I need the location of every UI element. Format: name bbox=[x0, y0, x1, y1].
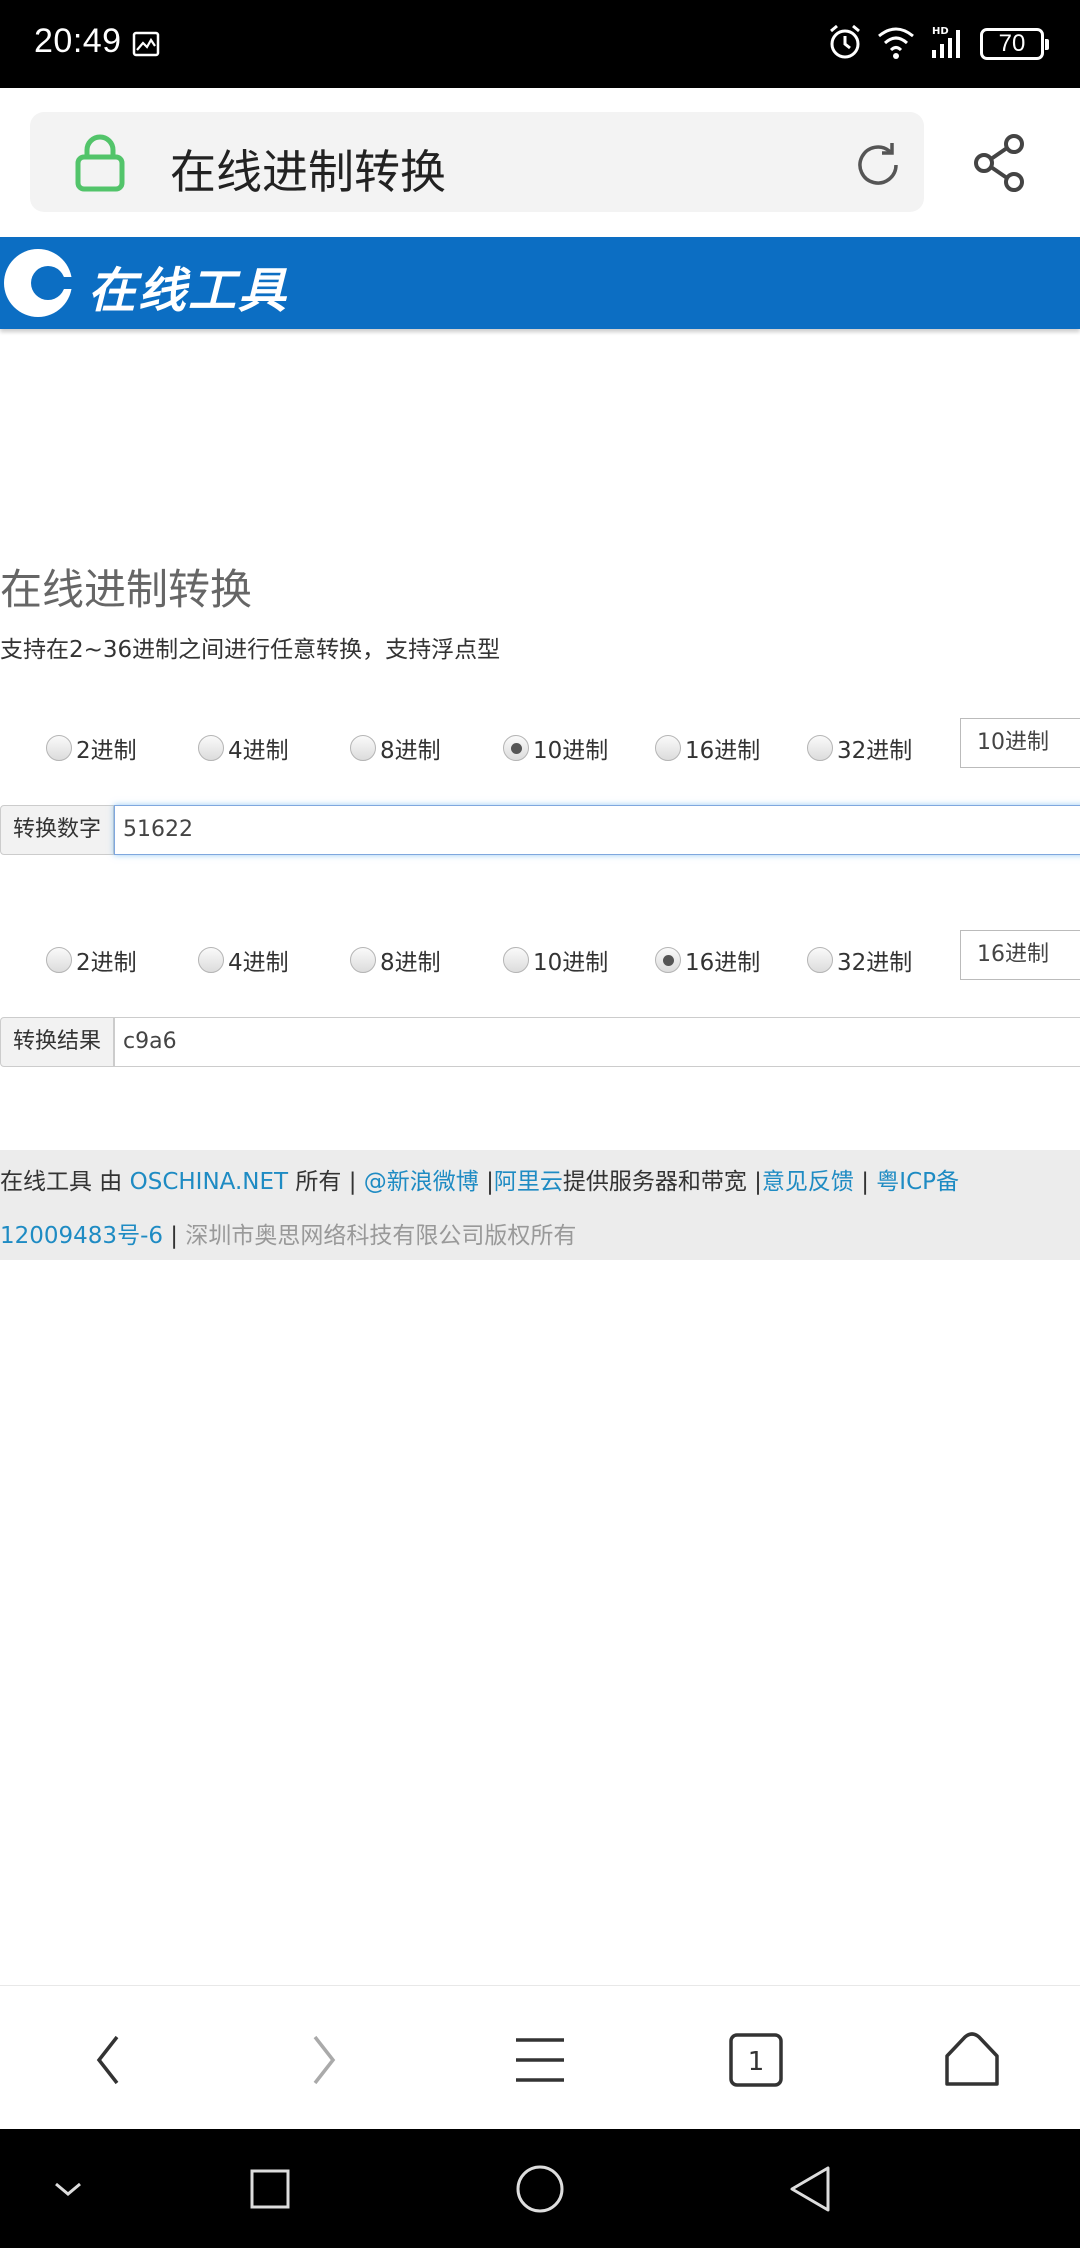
wifi-icon bbox=[876, 24, 916, 64]
input-number-label: 转换数字 bbox=[0, 805, 114, 855]
tabs-icon[interactable]: 1 bbox=[726, 2030, 786, 2090]
footer-copyright: 深圳市奥思网络科技有限公司版权所有 bbox=[185, 1223, 577, 1249]
radio-button[interactable] bbox=[807, 735, 833, 761]
home-circle-icon[interactable] bbox=[512, 2161, 568, 2217]
input-base-select[interactable]: 10进制 bbox=[960, 718, 1080, 768]
radio-button[interactable] bbox=[503, 735, 529, 761]
footer-text: | bbox=[853, 1169, 877, 1195]
radio-input-base-16[interactable]: 16进制 bbox=[655, 728, 760, 768]
output-base-radio-group: 2进制 4进制 8进制 10进制 16进制 32进制 16进制 bbox=[0, 930, 1080, 986]
reload-icon[interactable] bbox=[850, 137, 906, 197]
url-field[interactable]: 在线进制转换 bbox=[30, 112, 924, 212]
output-result-row: 转换结果 c9a6 bbox=[0, 1017, 1080, 1067]
radio-label: 10进制 bbox=[533, 950, 609, 976]
status-icons: HD 70 bbox=[826, 22, 1049, 66]
page-description: 支持在2~36进制之间进行任意转换，支持浮点型 bbox=[0, 637, 501, 663]
radio-label: 8进制 bbox=[380, 950, 441, 976]
menu-icon[interactable] bbox=[510, 2030, 570, 2090]
site-footer: 在线工具 由 OSCHINA.NET 所有 | @新浪微博 |阿里云提供服务器和… bbox=[0, 1150, 1080, 1260]
radio-button[interactable] bbox=[807, 947, 833, 973]
status-time: 20:49 bbox=[34, 22, 122, 60]
status-bar: 20:49 HD 70 bbox=[0, 0, 1080, 88]
radio-output-base-10[interactable]: 10进制 bbox=[503, 940, 608, 980]
share-icon[interactable] bbox=[970, 132, 1030, 198]
radio-label: 32进制 bbox=[837, 950, 913, 976]
site-logo-text[interactable]: 在线工具 bbox=[88, 251, 288, 321]
radio-output-base-32[interactable]: 32进制 bbox=[807, 940, 912, 980]
svg-text:HD: HD bbox=[932, 26, 949, 37]
radio-button[interactable] bbox=[655, 735, 681, 761]
alarm-icon bbox=[826, 23, 864, 65]
recents-icon[interactable] bbox=[242, 2161, 298, 2217]
footer-text: 所有 | bbox=[288, 1169, 364, 1195]
output-result-label: 转换结果 bbox=[0, 1017, 114, 1067]
site-header: 在线工具 bbox=[0, 237, 1080, 329]
gallery-icon bbox=[132, 30, 160, 62]
footer-line: 12009483号-6 | 深圳市奥思网络科技有限公司版权所有 bbox=[0, 1216, 576, 1250]
footer-link-weibo[interactable]: @新浪微博 bbox=[364, 1169, 479, 1195]
output-base-select[interactable]: 16进制 bbox=[960, 930, 1080, 980]
radio-input-base-10[interactable]: 10进制 bbox=[503, 728, 608, 768]
battery-icon: 70 bbox=[980, 28, 1049, 60]
lock-icon bbox=[72, 134, 128, 196]
radio-label: 2进制 bbox=[76, 950, 137, 976]
footer-line: 在线工具 由 OSCHINA.NET 所有 | @新浪微博 |阿里云提供服务器和… bbox=[0, 1162, 959, 1196]
site-logo-icon[interactable] bbox=[2, 247, 78, 323]
radio-input-base-32[interactable]: 32进制 bbox=[807, 728, 912, 768]
signal-icon: HD bbox=[928, 24, 968, 64]
radio-label: 16进制 bbox=[685, 738, 761, 764]
radio-label: 8进制 bbox=[380, 738, 441, 764]
footer-text: 在线工具 由 bbox=[0, 1169, 130, 1195]
radio-button[interactable] bbox=[350, 947, 376, 973]
radio-output-base-16[interactable]: 16进制 bbox=[655, 940, 760, 980]
browser-address-bar: 在线进制转换 bbox=[0, 88, 1080, 238]
footer-link-oschina[interactable]: OSCHINA.NET bbox=[130, 1169, 288, 1195]
radio-button[interactable] bbox=[198, 947, 224, 973]
system-nav-bar bbox=[0, 2129, 1080, 2248]
browser-bottom-toolbar: 1 bbox=[0, 1985, 1080, 2129]
radio-label: 4进制 bbox=[228, 738, 289, 764]
radio-button[interactable] bbox=[655, 947, 681, 973]
radio-input-base-4[interactable]: 4进制 bbox=[198, 728, 289, 768]
radio-input-base-2[interactable]: 2进制 bbox=[46, 728, 137, 768]
radio-label: 16进制 bbox=[685, 950, 761, 976]
forward-icon[interactable] bbox=[294, 2030, 354, 2090]
radio-label: 32进制 bbox=[837, 738, 913, 764]
footer-text: | bbox=[478, 1169, 494, 1195]
collapse-icon[interactable] bbox=[40, 2161, 96, 2217]
footer-text: | bbox=[163, 1223, 186, 1249]
back-triangle-icon[interactable] bbox=[782, 2161, 838, 2217]
footer-link-icp[interactable]: 粤ICP备 bbox=[876, 1169, 959, 1195]
input-base-radio-group: 2进制 4进制 8进制 10进制 16进制 32进制 10进制 bbox=[0, 718, 1080, 774]
footer-link-aliyun[interactable]: 阿里云 bbox=[494, 1169, 563, 1195]
radio-button[interactable] bbox=[503, 947, 529, 973]
radio-input-base-8[interactable]: 8进制 bbox=[350, 728, 441, 768]
footer-link-feedback[interactable]: 意见反馈 bbox=[762, 1169, 854, 1195]
radio-label: 2进制 bbox=[76, 738, 137, 764]
home-icon[interactable] bbox=[942, 2030, 1002, 2090]
tab-count: 1 bbox=[748, 2047, 765, 2077]
page-title: 在线进制转换 bbox=[0, 565, 253, 614]
page-tab-title: 在线进制转换 bbox=[170, 145, 446, 199]
radio-output-base-4[interactable]: 4进制 bbox=[198, 940, 289, 980]
radio-output-base-2[interactable]: 2进制 bbox=[46, 940, 137, 980]
radio-output-base-8[interactable]: 8进制 bbox=[350, 940, 441, 980]
radio-button[interactable] bbox=[350, 735, 376, 761]
output-result-field[interactable]: c9a6 bbox=[114, 1017, 1080, 1067]
input-number-row: 转换数字 51622 bbox=[0, 805, 1080, 855]
footer-text: 提供服务器和带宽 | bbox=[562, 1169, 762, 1195]
radio-label: 10进制 bbox=[533, 738, 609, 764]
radio-button[interactable] bbox=[46, 947, 72, 973]
radio-button[interactable] bbox=[198, 735, 224, 761]
radio-button[interactable] bbox=[46, 735, 72, 761]
radio-label: 4进制 bbox=[228, 950, 289, 976]
input-number-field[interactable]: 51622 bbox=[114, 805, 1080, 855]
footer-link-icp-number[interactable]: 12009483号-6 bbox=[0, 1223, 163, 1249]
back-icon[interactable] bbox=[78, 2030, 138, 2090]
